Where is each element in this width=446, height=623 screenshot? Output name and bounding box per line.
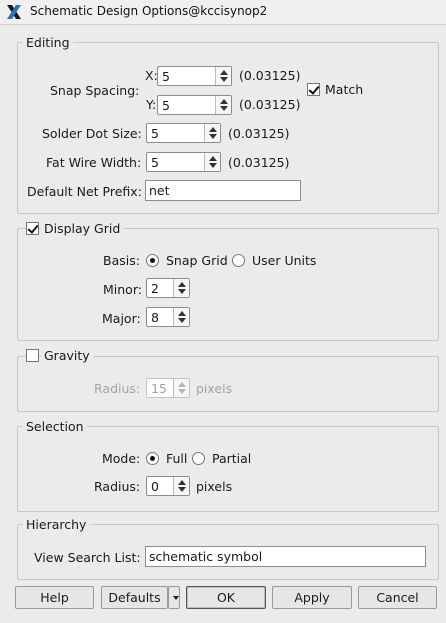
solder-dot-size-stepper[interactable] xyxy=(204,124,220,142)
minor-label: Minor: xyxy=(103,282,142,297)
gravity-radius-spinbox[interactable]: 15 xyxy=(146,378,190,398)
snap-x-stepper[interactable] xyxy=(215,67,231,85)
mode-partial-label[interactable]: Partial xyxy=(212,451,251,466)
title-bar: Schematic Design Options@kccisynop2 xyxy=(0,0,446,25)
match-label[interactable]: Match xyxy=(325,82,363,97)
arrow-up-icon xyxy=(178,282,186,287)
minor-spinbox[interactable]: 2 xyxy=(146,278,190,298)
arrow-down-icon xyxy=(178,318,186,323)
selection-radius-units: pixels xyxy=(196,479,233,494)
selection-radius-value: 0 xyxy=(151,479,159,494)
selection-radius-spinbox[interactable]: 0 xyxy=(146,476,190,496)
default-net-prefix-label: Default Net Prefix: xyxy=(27,184,142,199)
gravity-radius-value: 15 xyxy=(151,381,167,396)
chevron-down-icon xyxy=(173,596,179,600)
cancel-button[interactable]: Cancel xyxy=(358,586,437,609)
display-grid-checkbox[interactable] xyxy=(26,222,39,235)
help-button[interactable]: Help xyxy=(15,586,94,609)
mode-full-label[interactable]: Full xyxy=(166,451,187,466)
gravity-checkbox[interactable] xyxy=(26,349,39,362)
snap-x-units: (0.03125) xyxy=(239,68,301,83)
arrow-up-icon xyxy=(220,70,228,75)
fat-wire-width-spinbox[interactable]: 5 xyxy=(146,152,221,172)
gravity-radius-units: pixels xyxy=(196,381,233,396)
arrow-down-icon xyxy=(220,77,228,82)
snap-y-label: Y: xyxy=(146,97,157,112)
snap-y-stepper[interactable] xyxy=(215,96,231,114)
mode-full-radio[interactable] xyxy=(146,452,159,465)
snap-y-value: 5 xyxy=(162,98,170,113)
arrow-down-icon xyxy=(220,106,228,111)
default-net-prefix-value: net xyxy=(149,183,170,198)
solder-dot-size-value: 5 xyxy=(151,126,159,141)
arrow-down-icon xyxy=(178,389,186,394)
arrow-down-icon xyxy=(209,163,217,168)
arrow-up-icon xyxy=(209,156,217,161)
view-search-list-value: schematic symbol xyxy=(149,549,263,564)
mode-label: Mode: xyxy=(102,451,141,466)
display-grid-group xyxy=(17,228,439,341)
solder-dot-size-units: (0.03125) xyxy=(228,126,290,141)
display-grid-label[interactable]: Display Grid xyxy=(41,221,124,236)
fat-wire-width-value: 5 xyxy=(151,155,159,170)
fat-wire-width-units: (0.03125) xyxy=(228,155,290,170)
gravity-label[interactable]: Gravity xyxy=(41,348,93,363)
snap-y-units: (0.03125) xyxy=(239,97,301,112)
match-checkbox[interactable] xyxy=(307,83,320,96)
view-search-list-input[interactable]: schematic symbol xyxy=(145,546,426,567)
basis-label: Basis: xyxy=(103,253,140,268)
apply-button[interactable]: Apply xyxy=(272,586,352,609)
gravity-radius-stepper[interactable] xyxy=(173,379,189,397)
arrow-up-icon xyxy=(178,382,186,387)
basis-snap-grid-label[interactable]: Snap Grid xyxy=(166,253,228,268)
basis-user-units-label[interactable]: User Units xyxy=(252,253,316,268)
window-title: Schematic Design Options@kccisynop2 xyxy=(30,4,268,18)
minor-value: 2 xyxy=(151,281,159,296)
arrow-down-icon xyxy=(178,487,186,492)
selection-group xyxy=(17,426,439,512)
arrow-up-icon xyxy=(220,99,228,104)
editing-group-title: Editing xyxy=(23,35,73,50)
ok-button[interactable]: OK xyxy=(186,586,266,609)
major-spinbox[interactable]: 8 xyxy=(146,307,190,327)
basis-user-units-radio[interactable] xyxy=(232,254,245,267)
arrow-down-icon xyxy=(209,134,217,139)
fat-wire-width-stepper[interactable] xyxy=(204,153,220,171)
basis-snap-grid-radio[interactable] xyxy=(146,254,159,267)
hierarchy-group-title: Hierarchy xyxy=(23,517,90,532)
selection-group-title: Selection xyxy=(23,419,87,434)
gravity-radius-label: Radius: xyxy=(94,381,141,396)
snap-spacing-label: Snap Spacing: xyxy=(50,83,140,98)
app-logo-icon xyxy=(7,5,21,19)
major-label: Major: xyxy=(102,311,141,326)
major-stepper[interactable] xyxy=(173,308,189,326)
mode-partial-radio[interactable] xyxy=(192,452,205,465)
arrow-up-icon xyxy=(209,127,217,132)
defaults-dropdown-button[interactable] xyxy=(168,586,180,609)
solder-dot-size-spinbox[interactable]: 5 xyxy=(146,123,221,143)
major-value: 8 xyxy=(151,310,159,325)
fat-wire-width-label: Fat Wire Width: xyxy=(46,155,142,170)
arrow-down-icon xyxy=(178,289,186,294)
snap-y-spinbox[interactable]: 5 xyxy=(157,95,232,115)
view-search-list-label: View Search List: xyxy=(34,550,141,565)
selection-radius-label: Radius: xyxy=(94,479,141,494)
arrow-up-icon xyxy=(178,311,186,316)
snap-x-spinbox[interactable]: 5 xyxy=(157,66,232,86)
snap-x-value: 5 xyxy=(162,69,170,84)
selection-radius-stepper[interactable] xyxy=(173,477,189,495)
snap-x-label: X: xyxy=(145,68,158,83)
defaults-button[interactable]: Defaults xyxy=(101,586,168,609)
solder-dot-size-label: Solder Dot Size: xyxy=(42,126,142,141)
arrow-up-icon xyxy=(178,480,186,485)
default-net-prefix-input[interactable]: net xyxy=(145,180,301,201)
minor-stepper[interactable] xyxy=(173,279,189,297)
